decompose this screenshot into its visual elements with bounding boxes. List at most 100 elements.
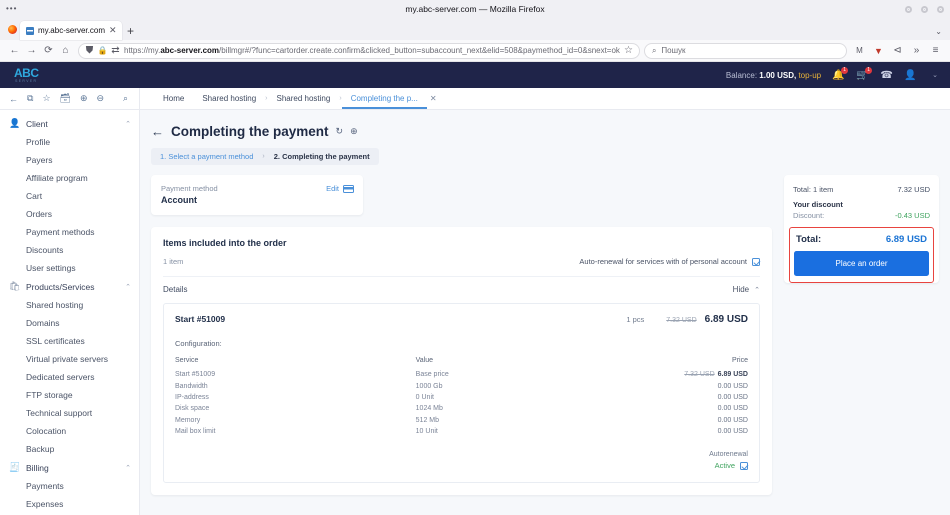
step-select-payment-method[interactable]: 1. Select a payment method xyxy=(160,152,253,161)
auto-renewal-checkbox[interactable] xyxy=(752,257,760,266)
sidebar-item-colocation[interactable]: Colocation xyxy=(0,422,139,440)
reload-icon[interactable]: ⟳ xyxy=(40,42,57,59)
home-icon[interactable]: ⌂ xyxy=(57,42,74,59)
notifications-bell-icon[interactable]: 🔔 1 xyxy=(832,66,849,82)
globe-icon[interactable]: ⊕ xyxy=(350,126,358,137)
sidebar-item-dedicated-servers[interactable]: Dedicated servers xyxy=(0,368,139,386)
autorenewal-status-row[interactable]: Active xyxy=(175,461,748,470)
app-menu-icon[interactable]: ≡ xyxy=(927,42,944,59)
cell-price: 0.00 USD xyxy=(717,405,748,413)
sidebar-group-products-services[interactable]: 🛍 Products/Services ⌃ xyxy=(0,277,139,296)
list-all-tabs-icon[interactable]: ⌄ xyxy=(935,27,942,36)
sidebar-item-payments[interactable]: Payments xyxy=(0,477,139,495)
sidebar-item-expenses[interactable]: Expenses xyxy=(0,495,139,513)
sidebar-item-ftp-storage[interactable]: FTP storage xyxy=(0,386,139,404)
tab-title: my.abc-server.com xyxy=(38,26,105,35)
toolbar-search-icon[interactable]: ⌕ xyxy=(123,93,128,104)
browser-tab[interactable]: my.abc-server.com ✕ xyxy=(20,21,122,40)
header-chevron-down-icon[interactable]: ⌄ xyxy=(932,71,938,79)
table-row: Start #51009 Base price 7.32 USD 6.89 USD xyxy=(175,369,748,380)
url-prefix: https://my. xyxy=(124,46,161,55)
total-label: Total: xyxy=(796,234,822,245)
reader-mode-icon[interactable]: ⇄ xyxy=(111,42,120,59)
close-window-button[interactable] xyxy=(937,5,944,13)
sidebar-group-billing[interactable]: 🧾 Billing ⌃ xyxy=(0,458,139,477)
shield-icon[interactable]: ⛊ xyxy=(85,42,94,59)
cell-price: 0.00 USD xyxy=(717,393,748,401)
sidebar-item-technical-support[interactable]: Technical support xyxy=(0,404,139,422)
maximize-button[interactable] xyxy=(921,5,928,13)
sidebar-item-ssl-certificates[interactable]: SSL certificates xyxy=(0,332,139,350)
cell-value: 512 Mb xyxy=(415,416,440,424)
back-icon[interactable]: ← xyxy=(6,42,23,59)
sidebar-item-profile[interactable]: Profile xyxy=(0,133,139,151)
toolbar-archive-icon[interactable]: 🗃 xyxy=(60,93,71,104)
sidebar-item-user-settings[interactable]: User settings xyxy=(0,259,139,277)
toolbar-favorite-icon[interactable]: ☆ xyxy=(42,93,50,104)
chevron-up-icon[interactable]: ⌃ xyxy=(125,283,131,291)
app-body: 👤 Client ⌃ Profile Payers Affiliate prog… xyxy=(0,110,950,515)
page-back-arrow-icon[interactable]: ← xyxy=(151,124,164,139)
chevron-up-icon[interactable]: ⌃ xyxy=(125,464,131,472)
overflow-menu-icon[interactable]: » xyxy=(908,42,925,59)
forward-icon[interactable]: → xyxy=(23,42,40,59)
app-header: ABC SERVER Balance: 1.00 USD, top-up 🔔 1 … xyxy=(0,62,950,88)
lock-icon[interactable]: 🔒 xyxy=(98,42,108,59)
hide-details-button[interactable]: Hide ⌃ xyxy=(733,285,760,294)
sidebar-group-client[interactable]: 👤 Client ⌃ xyxy=(0,114,139,133)
pocket-icon[interactable]: ⊲ xyxy=(889,42,906,59)
toolbar-zoom-out-icon[interactable]: ⊖ xyxy=(97,93,105,104)
sidebar-item-payment-methods[interactable]: Payment methods xyxy=(0,223,139,241)
autorenewal-checkbox[interactable] xyxy=(740,461,748,470)
breadcrumb-item-shared-hosting-2[interactable]: Shared hosting xyxy=(268,88,340,110)
breadcrumb-item-home[interactable]: Home xyxy=(154,88,193,110)
auto-renewal-toggle[interactable]: Auto-renewal for services with of person… xyxy=(579,257,760,266)
logo-subtext: SERVER xyxy=(15,78,38,83)
window-controls[interactable] xyxy=(905,5,944,13)
breadcrumb-item-completing-payment[interactable]: Completing the p... xyxy=(341,88,427,109)
toolbar-zoom-in-icon[interactable]: ⊕ xyxy=(80,93,88,104)
cell-price: 0.00 USD xyxy=(717,428,748,436)
sidebar-item-payers[interactable]: Payers xyxy=(0,151,139,169)
new-tab-button[interactable]: + xyxy=(122,21,140,40)
breadcrumb-close-icon[interactable]: ✕ xyxy=(430,94,437,103)
sidebar-item-backup[interactable]: Backup xyxy=(0,440,139,458)
refresh-icon[interactable]: ↻ xyxy=(336,126,344,137)
order-item-header: Start #51009 1 pcs 7.32 USD 6.89 USD xyxy=(175,314,748,325)
url-text: https://my.abc-server.com/billmgr#/?func… xyxy=(124,46,620,55)
place-an-order-button[interactable]: Place an order xyxy=(794,251,929,276)
minimize-button[interactable] xyxy=(905,5,912,13)
abc-server-logo[interactable]: ABC SERVER xyxy=(14,67,39,83)
toolbar-back-icon[interactable]: ← xyxy=(9,94,18,104)
item-autorenewal-block: Autorenewal Active xyxy=(175,451,748,470)
table-row: Memory 512 Mb 0.00 USD xyxy=(175,415,748,426)
balance-display[interactable]: Balance: 1.00 USD, top-up xyxy=(726,71,821,80)
search-box[interactable]: ⌕ Пошук xyxy=(643,42,847,59)
bookmark-star-icon[interactable]: ☆ xyxy=(624,42,633,59)
edit-payment-method-button[interactable]: Edit xyxy=(326,184,354,193)
breadcrumb-item-shared-hosting-1[interactable]: Shared hosting xyxy=(193,88,265,110)
sidebar-item-affiliate-program[interactable]: Affiliate program xyxy=(0,169,139,187)
autorenewal-label: Autorenewal xyxy=(709,451,748,459)
extension-icon[interactable]: ▼ xyxy=(870,42,887,59)
mail-extension-icon[interactable]: M xyxy=(851,42,868,59)
cart-icon[interactable]: 🛒 1 xyxy=(856,66,873,82)
address-bar[interactable]: ⛊ 🔒 ⇄ https://my.abc-server.com/billmgr#… xyxy=(78,42,640,59)
search-placeholder: Пошук xyxy=(661,46,686,55)
close-tab-icon[interactable]: ✕ xyxy=(109,26,117,35)
sidebar-item-domains[interactable]: Domains xyxy=(0,314,139,332)
sidebar-item-orders[interactable]: Orders xyxy=(0,205,139,223)
browser-tabbar: my.abc-server.com ✕ + ⌄ xyxy=(0,18,950,40)
cell-value: 0 Unit xyxy=(415,393,434,401)
support-headset-icon[interactable]: ☎ xyxy=(880,69,893,82)
sidebar-item-cart[interactable]: Cart xyxy=(0,187,139,205)
toolbar-layout-icon[interactable]: ⧉ xyxy=(27,93,33,104)
sidebar-item-shared-hosting[interactable]: Shared hosting xyxy=(0,296,139,314)
sidebar-item-discounts[interactable]: Discounts xyxy=(0,241,139,259)
url-path: /billmgr#/?func=cartorder.create.confirm… xyxy=(219,46,620,55)
sidebar-item-virtual-private-servers[interactable]: Virtual private servers xyxy=(0,350,139,368)
credit-card-icon xyxy=(343,184,354,193)
user-account-icon[interactable]: 👤 xyxy=(904,69,917,82)
chevron-up-icon[interactable]: ⌃ xyxy=(125,120,131,128)
step-completing-payment: 2. Completing the payment xyxy=(273,152,370,161)
